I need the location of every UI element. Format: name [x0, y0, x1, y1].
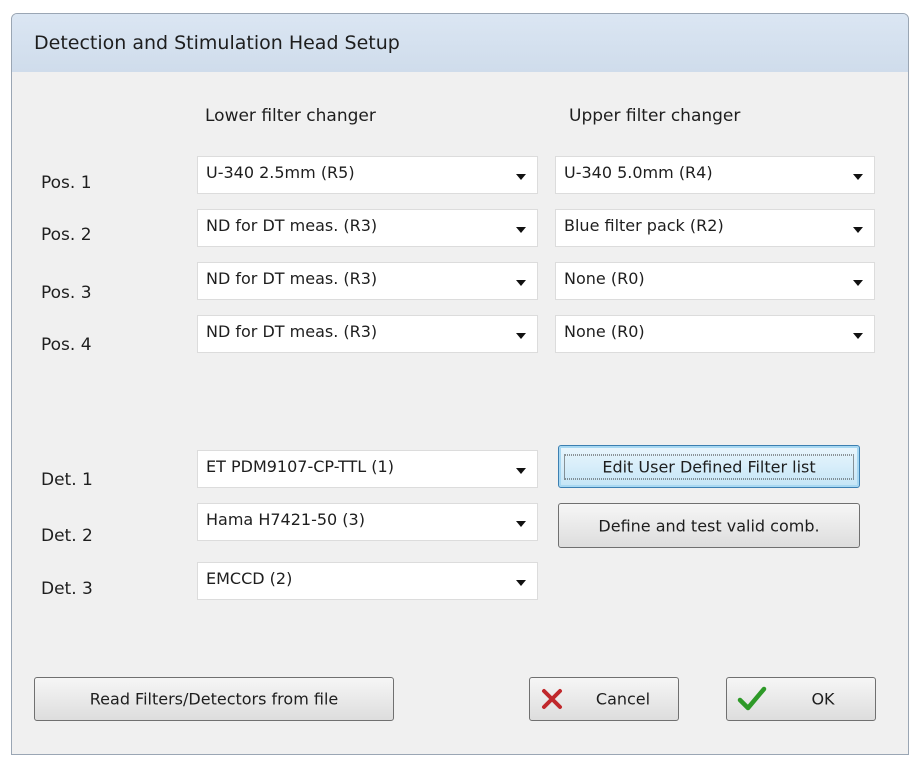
checkmark-icon	[737, 686, 767, 711]
pos-4-lower-dropdown[interactable]: ND for DT meas. (R3)	[197, 315, 538, 353]
det-2-label: Det. 2	[41, 526, 93, 546]
pos-3-upper-dropdown[interactable]: None (R0)	[555, 262, 875, 300]
cancel-label: Cancel	[595, 689, 651, 709]
pos-2-lower-value: ND for DT meas. (R3)	[206, 216, 378, 235]
det-1-label: Det. 1	[41, 470, 93, 490]
define-and-test-button[interactable]: Define and test valid comb.	[558, 503, 860, 548]
det-3-label: Det. 3	[41, 579, 93, 599]
det-2-value: Hama H7421-50 (3)	[206, 510, 365, 529]
lower-filter-header: Lower filter changer	[205, 106, 376, 126]
pos-4-lower-value: ND for DT meas. (R3)	[206, 322, 378, 341]
x-icon	[542, 689, 562, 709]
pos-4-upper-value: None (R0)	[564, 322, 645, 341]
read-file-label: Read Filters/Detectors from file	[89, 689, 339, 709]
pos-1-lower-dropdown[interactable]: U-340 2.5mm (R5)	[197, 156, 538, 194]
det-1-value: ET PDM9107-CP-TTL (1)	[206, 457, 394, 476]
window-title: Detection and Stimulation Head Setup	[34, 32, 400, 54]
chevron-down-icon	[850, 210, 866, 248]
det-3-dropdown[interactable]: EMCCD (2)	[197, 562, 538, 600]
chevron-down-icon	[850, 157, 866, 195]
det-3-value: EMCCD (2)	[206, 569, 293, 588]
chevron-down-icon	[513, 210, 529, 248]
pos-1-lower-value: U-340 2.5mm (R5)	[206, 163, 355, 182]
chevron-down-icon	[513, 451, 529, 489]
chevron-down-icon	[513, 157, 529, 195]
chevron-down-icon	[513, 563, 529, 601]
edit-user-defined-filter-list-button[interactable]: Edit User Defined Filter list	[558, 445, 860, 488]
pos-3-label: Pos. 3	[41, 283, 92, 303]
pos-2-upper-dropdown[interactable]: Blue filter pack (R2)	[555, 209, 875, 247]
pos-2-upper-value: Blue filter pack (R2)	[564, 216, 724, 235]
dialog-content: Lower filter changer Upper filter change…	[12, 72, 908, 754]
ok-button[interactable]: OK	[726, 677, 876, 721]
title-bar[interactable]: Detection and Stimulation Head Setup	[12, 14, 908, 73]
chevron-down-icon	[850, 263, 866, 301]
edit-filter-list-label: Edit User Defined Filter list	[564, 454, 854, 479]
chevron-down-icon	[513, 263, 529, 301]
cancel-button[interactable]: Cancel	[529, 677, 679, 721]
det-2-dropdown[interactable]: Hama H7421-50 (3)	[197, 503, 538, 541]
ok-label: OK	[811, 689, 835, 709]
pos-1-upper-dropdown[interactable]: U-340 5.0mm (R4)	[555, 156, 875, 194]
pos-3-lower-value: ND for DT meas. (R3)	[206, 269, 378, 288]
pos-4-label: Pos. 4	[41, 335, 92, 355]
pos-1-label: Pos. 1	[41, 173, 92, 193]
read-filters-detectors-button[interactable]: Read Filters/Detectors from file	[34, 677, 394, 721]
chevron-down-icon	[513, 316, 529, 354]
pos-2-lower-dropdown[interactable]: ND for DT meas. (R3)	[197, 209, 538, 247]
pos-3-lower-dropdown[interactable]: ND for DT meas. (R3)	[197, 262, 538, 300]
pos-1-upper-value: U-340 5.0mm (R4)	[564, 163, 713, 182]
pos-3-upper-value: None (R0)	[564, 269, 645, 288]
dialog-window: Detection and Stimulation Head Setup Low…	[11, 13, 909, 755]
pos-4-upper-dropdown[interactable]: None (R0)	[555, 315, 875, 353]
pos-2-label: Pos. 2	[41, 225, 92, 245]
chevron-down-icon	[513, 504, 529, 542]
det-1-dropdown[interactable]: ET PDM9107-CP-TTL (1)	[197, 450, 538, 488]
define-test-label: Define and test valid comb.	[598, 516, 820, 535]
upper-filter-header: Upper filter changer	[569, 106, 741, 126]
chevron-down-icon	[850, 316, 866, 354]
